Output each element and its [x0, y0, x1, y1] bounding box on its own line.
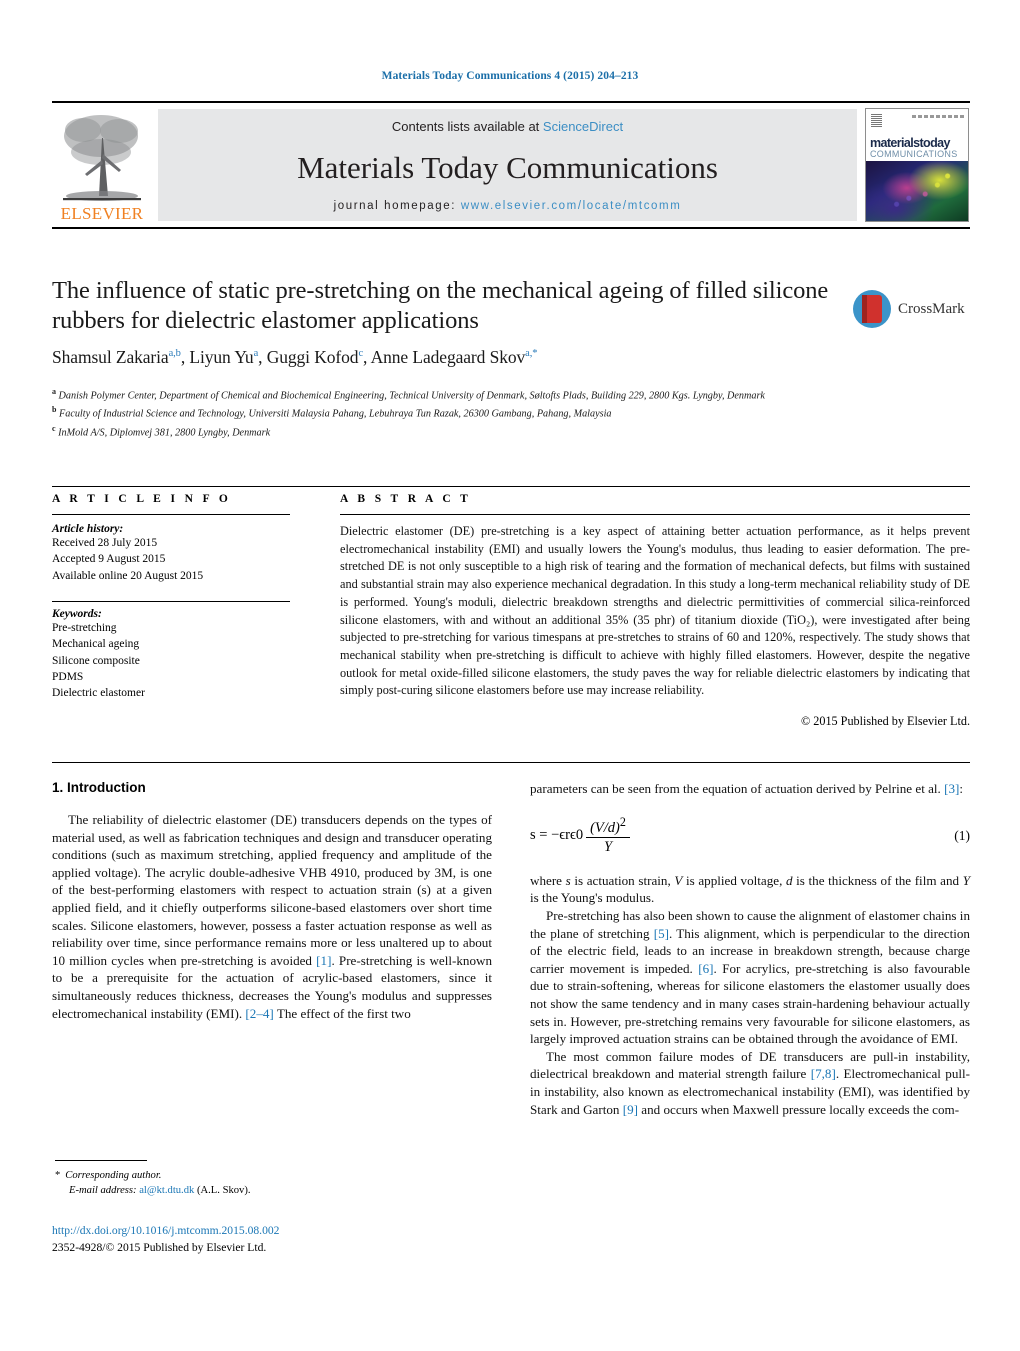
affiliation-text: Faculty of Industrial Science and Techno…	[59, 408, 612, 420]
history-item: Available online 20 August 2015	[52, 569, 204, 582]
email-label: E-mail address:	[69, 1185, 137, 1197]
equation-denominator: Y	[603, 839, 613, 856]
keyword-item: Dielectric elastomer	[52, 687, 145, 700]
affiliation-text: Danish Polymer Center, Department of Che…	[58, 390, 765, 402]
paragraph: where s is actuation strain, V is applie…	[530, 872, 970, 906]
elsevier-wordmark: ELSEVIER	[60, 204, 144, 223]
affiliation-list: a Danish Polymer Center, Department of C…	[52, 386, 902, 441]
equation-expression: s = − ϵr ϵ0 (V/d)2 Y	[530, 815, 630, 856]
affiliation-item: b Faculty of Industrial Science and Tech…	[52, 404, 902, 422]
article-info-rule	[52, 514, 290, 515]
paragraph: The most common failure modes of DE tran…	[530, 1048, 970, 1117]
issn-copyright-line: 2352-4928/© 2015 Published by Elsevier L…	[52, 1241, 267, 1255]
section-heading-introduction: 1. Introduction	[52, 780, 146, 795]
sciencedirect-link[interactable]: ScienceDirect	[543, 119, 623, 134]
email-owner: (A.L. Skov).	[196, 1185, 251, 1197]
footnote-divider	[55, 1160, 147, 1161]
article-info-column: A R T I C L E I N F O Article history: R…	[52, 486, 290, 702]
cover-subtitle: COMMUNICATIONS	[870, 148, 958, 159]
affiliation-item: a Danish Polymer Center, Department of C…	[52, 386, 902, 404]
abstract-copyright: © 2015 Published by Elsevier Ltd.	[800, 714, 970, 729]
equation-number: (1)	[954, 827, 970, 843]
affiliation-marker: b	[52, 405, 57, 415]
homepage-prefix: journal homepage:	[333, 200, 461, 212]
journal-title: Materials Today Communications	[297, 150, 718, 185]
corresponding-author-note: * Corresponding author.	[55, 1168, 495, 1183]
cover-artwork	[866, 160, 968, 221]
article-info-heading: A R T I C L E I N F O	[52, 493, 232, 505]
journal-article-page: Materials Today Communications 4 (2015) …	[0, 0, 1020, 1351]
keyword-item: PDMS	[52, 670, 84, 683]
author-list: Shamsul Zakariaa,b, Liyun Yua, Guggi Kof…	[52, 346, 538, 367]
email-note: E-mail address: al@kt.dtu.dk (A.L. Skov)…	[55, 1183, 495, 1198]
abstract-text: Dielectric elastomer (DE) pre-stretching…	[340, 524, 970, 698]
journal-homepage-line: journal homepage: www.elsevier.com/locat…	[334, 200, 682, 212]
keywords-rule	[52, 600, 290, 602]
equation-lhs: s = −	[530, 827, 560, 844]
cover-top: materialstoday COMMUNICATIONS	[866, 109, 968, 161]
corresponding-marker: *	[55, 1170, 61, 1181]
footnote-block: * Corresponding author. E-mail address: a…	[55, 1168, 495, 1199]
body-divider	[52, 762, 970, 763]
abstract-heading: A B S T R A C T	[340, 493, 472, 505]
equation-epsilon-0: ϵ0	[569, 827, 584, 844]
paragraph: parameters can be seen from the equation…	[530, 781, 964, 796]
paragraph: Pre-stretching has also been shown to ca…	[530, 908, 970, 1047]
equation-numerator: (V/d)2	[586, 815, 630, 839]
crossmark-icon	[853, 290, 891, 328]
crossmark-label: CrossMark	[898, 300, 965, 317]
journal-banner: Contents lists available at ScienceDirec…	[158, 109, 857, 221]
paragraph: The reliability of dielectric elastomer …	[52, 812, 492, 1021]
history-item: Accepted 9 August 2015	[52, 553, 166, 566]
journal-masthead: ELSEVIER Contents lists available at Sci…	[52, 101, 970, 229]
equation-epsilon-r: ϵr	[559, 827, 570, 844]
equation-1: s = − ϵr ϵ0 (V/d)2 Y (1)	[530, 815, 970, 856]
keywords-label: Keywords:	[52, 607, 102, 620]
crossmark-badge[interactable]: CrossMark	[853, 281, 973, 337]
cover-elsevier-icon	[871, 114, 882, 127]
article-history-label: Article history:	[52, 523, 124, 535]
keyword-item: Pre-stretching	[52, 621, 117, 634]
affiliation-marker: a	[52, 387, 56, 396]
equation-fraction: (V/d)2 Y	[586, 815, 630, 856]
keyword-item: Mechanical ageing	[52, 638, 140, 651]
cover-title: materialstoday	[870, 136, 950, 151]
elsevier-tree-icon	[59, 108, 145, 204]
abstract-column: A B S T R A C T Dielectric elastomer (DE…	[340, 486, 970, 729]
history-item: Received 28 July 2015	[52, 537, 158, 549]
running-head: Materials Today Communications 4 (2015) …	[381, 70, 639, 82]
affiliation-marker: c	[52, 423, 56, 433]
abstract-rule	[340, 514, 970, 515]
journal-cover-thumbnail: materialstoday COMMUNICATIONS	[865, 108, 969, 222]
body-column-right: parameters can be seen from the equation…	[530, 780, 970, 1118]
title-block: The influence of static pre-stretching o…	[52, 276, 852, 368]
email-link[interactable]: al@kt.dtu.dk	[139, 1185, 194, 1196]
doi-link[interactable]: http://dx.doi.org/10.1016/j.mtcomm.2015.…	[52, 1222, 512, 1239]
body-column-left: 1. Introduction The reliability of diele…	[52, 780, 492, 1022]
keyword-item: Silicone composite	[52, 654, 140, 667]
affiliation-text: InMold A/S, Diplomvej 381, 2800 Lyngby, …	[58, 426, 271, 438]
page-title: The influence of static pre-stretching o…	[52, 277, 829, 334]
contents-prefix: Contents lists available at	[391, 119, 543, 134]
contents-line: Contents lists available at ScienceDirec…	[392, 119, 623, 134]
cover-issue-text	[912, 115, 964, 118]
affiliation-item: c InMold A/S, Diplomvej 381, 2800 Lyngby…	[52, 423, 902, 441]
homepage-url-link[interactable]: www.elsevier.com/locate/mtcomm	[461, 200, 682, 212]
doi-block: http://dx.doi.org/10.1016/j.mtcomm.2015.…	[52, 1222, 512, 1257]
corresponding-label: Corresponding author.	[65, 1170, 162, 1181]
elsevier-logo: ELSEVIER	[52, 103, 152, 227]
